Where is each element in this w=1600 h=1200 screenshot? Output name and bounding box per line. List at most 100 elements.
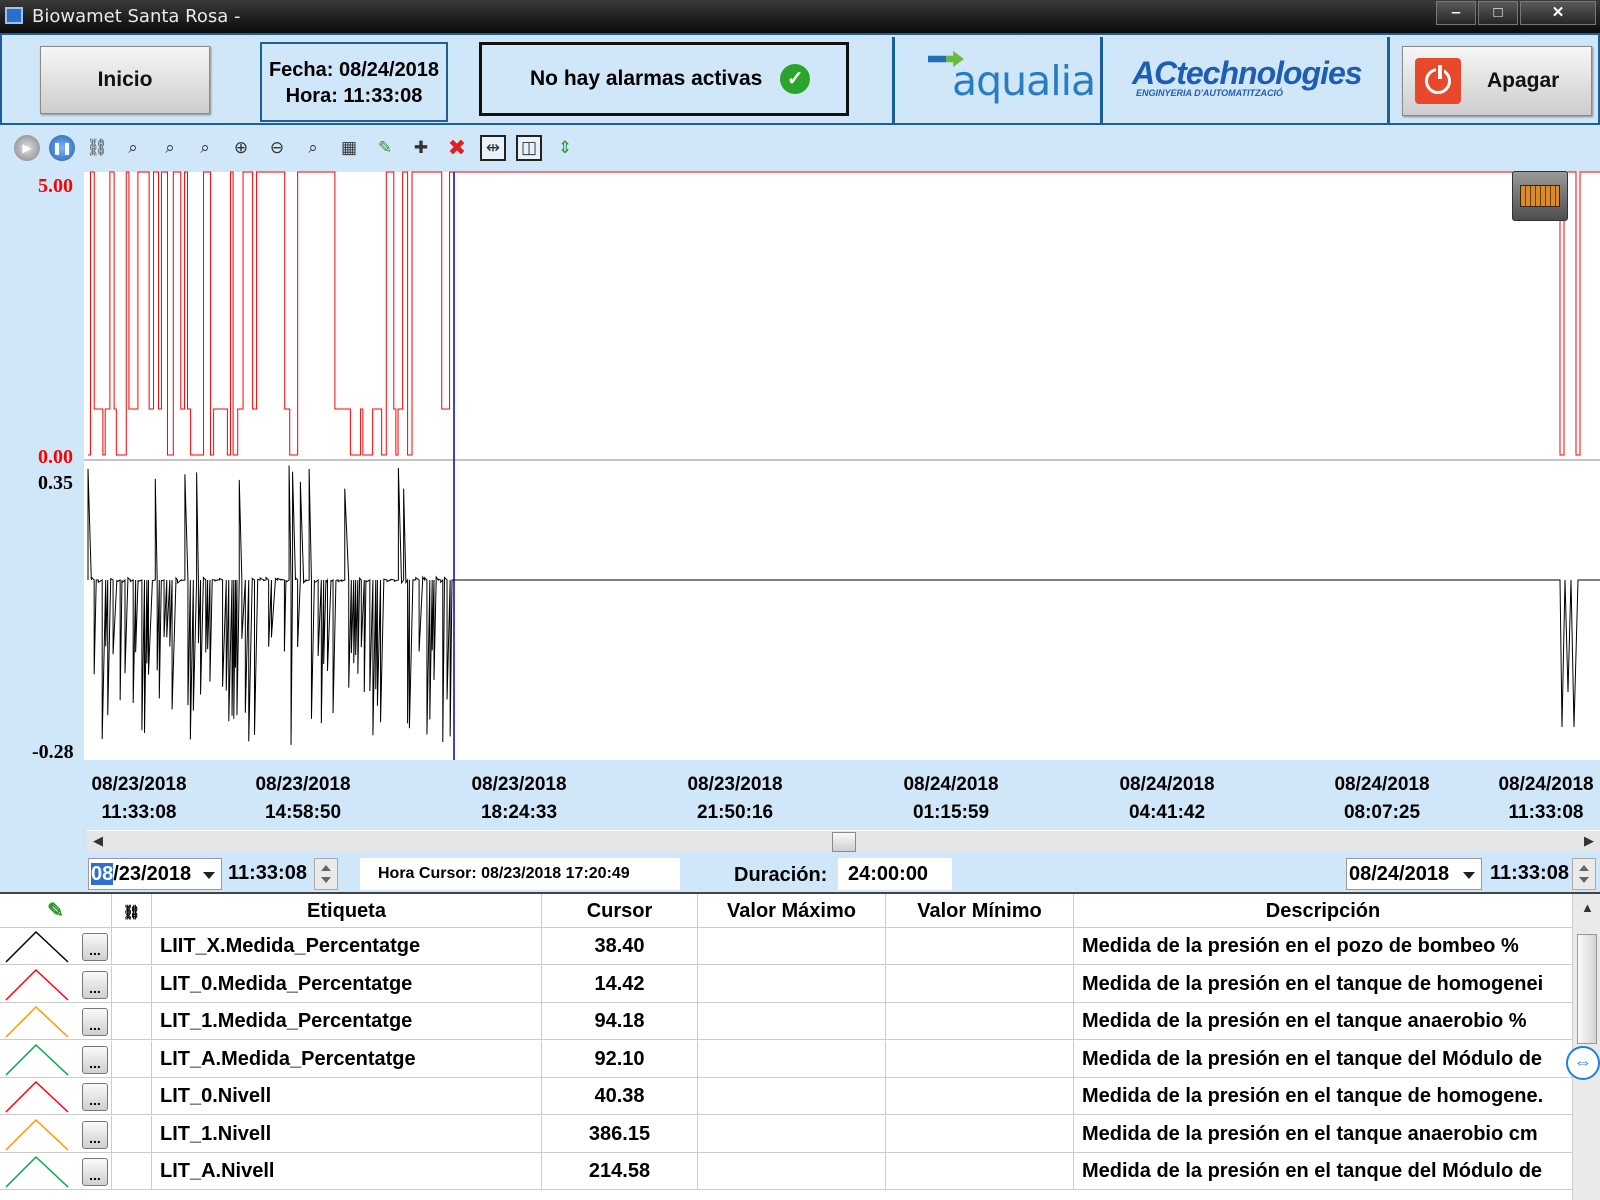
cursor-cell: 92.10: [542, 1040, 698, 1078]
etiqueta-column-header[interactable]: Etiqueta: [152, 894, 542, 928]
alarm-status-box: No hay alarmas activas ✓: [479, 42, 849, 116]
add-icon[interactable]: ✚: [408, 135, 434, 161]
title-bar: Biowamet Santa Rosa - ‒ □ ✕: [0, 0, 1600, 33]
pen-options-button[interactable]: ...: [82, 1008, 108, 1036]
pen-icon[interactable]: ✎: [372, 135, 398, 161]
time-tick: 08/23/2018 18:24:33: [471, 774, 567, 823]
scroll-left-icon[interactable]: ◀: [93, 833, 103, 849]
table-row[interactable]: ... LIIT_X.Medida_Percentatge 38.40 Medida …: [0, 928, 1572, 965]
close-button[interactable]: ✕: [1520, 1, 1596, 25]
min-column-header[interactable]: Valor Mínimo: [886, 894, 1074, 928]
etiqueta-cell: LIIT_X.Medida_Percentatge: [152, 928, 542, 965]
cursor-cell: 94.18: [542, 1003, 698, 1040]
table-row[interactable]: ... LIT_1.Medida_Percentatge 94.18 Medida d…: [0, 1003, 1572, 1040]
time-tick: 08/24/2018 08:07:25: [1334, 774, 1430, 823]
description-cell: Medida de la presión en el tanque de hom…: [1082, 972, 1544, 995]
pen-options-button[interactable]: ...: [82, 1045, 108, 1074]
cursor-time-display: Hora Cursor: 08/23/2018 17:20:49: [360, 858, 680, 890]
teamviewer-icon[interactable]: ⇔: [1566, 1046, 1600, 1080]
pen-options-button[interactable]: ...: [82, 933, 108, 961]
scroll-up-icon[interactable]: ▲: [1581, 900, 1594, 915]
min-cell: [886, 965, 1074, 1003]
divider: [1100, 37, 1103, 125]
aqualia-logo-text: aqualia: [952, 57, 1096, 105]
zoom-in-icon[interactable]: ⊕: [228, 135, 254, 161]
start-time-field[interactable]: 11:33:08: [226, 858, 326, 890]
table-row[interactable]: ... LIT_A.Medida_Percentatge 92.10 Medida d…: [0, 1040, 1572, 1078]
time-tick: 08/24/2018 04:41:42: [1119, 774, 1215, 823]
trend-chart[interactable]: 5.00 0.00 0.35 -0.28: [0, 167, 1600, 767]
maximize-button[interactable]: □: [1478, 1, 1518, 25]
scroll-right-icon[interactable]: ▶: [1584, 833, 1594, 849]
time-scrollbar[interactable]: ◀ ▶: [87, 830, 1600, 852]
pen-options-button[interactable]: ...: [82, 1158, 108, 1186]
etiqueta-cell: LIT_A.Medida_Percentatge: [152, 1040, 542, 1078]
pen-style-cell: ...: [0, 1153, 112, 1190]
table-row[interactable]: ... LIT_0.Nivell 40.38 Medida de la presión…: [0, 1078, 1572, 1115]
time-tick: 08/24/2018 01:15:59: [903, 774, 999, 823]
end-date-picker[interactable]: 08/24/2018: [1346, 858, 1482, 890]
play-icon[interactable]: ▶: [14, 135, 40, 161]
description-column-header[interactable]: Descripción: [1074, 894, 1572, 928]
delete-icon[interactable]: ✖: [444, 135, 470, 161]
hora-text: Hora: 11:33:08: [285, 85, 423, 107]
zoom-reset-icon[interactable]: ⌕: [300, 135, 326, 161]
expand-vertical-icon[interactable]: ⇕: [552, 135, 578, 161]
chevron-down-icon[interactable]: [203, 872, 215, 879]
table-row[interactable]: ... LIT_0.Medida_Percentatge 14.42 Medida d…: [0, 965, 1572, 1003]
upper-axis-min-label: 0.00: [38, 446, 73, 468]
end-time-spinner[interactable]: [1572, 858, 1596, 890]
description-cell: Medida de la presión en el tanque del Mó…: [1082, 1160, 1543, 1182]
pen-style-cell: ...: [0, 928, 112, 965]
actechnologies-logo-text: ACtechnologies: [1132, 55, 1363, 91]
lower-axis-min-label: -0.28: [32, 741, 74, 763]
start-time-spinner[interactable]: [314, 858, 338, 890]
link-cell: [112, 928, 152, 965]
description-cell: Medida de la presión en el tanque del Mó…: [1082, 1047, 1543, 1070]
link-column-header[interactable]: ⛓: [112, 894, 152, 928]
pen-icon: ✎: [47, 900, 64, 922]
table-row[interactable]: ... LIT_1.Nivell 386.15 Medida de la presió…: [0, 1115, 1572, 1153]
zoom-area-icon[interactable]: ⌕: [120, 135, 146, 161]
max-column-header[interactable]: Valor Máximo: [698, 894, 886, 928]
pen-options-button[interactable]: ...: [82, 970, 108, 999]
pen-table: ✎ ⛓ Etiqueta Cursor Valor Máximo Valor M…: [0, 892, 1600, 1200]
minimize-button[interactable]: ‒: [1436, 1, 1476, 25]
aqualia-logo: aqualia: [924, 43, 1096, 113]
pause-icon[interactable]: ❚❚: [49, 135, 75, 161]
zoom-vertical-icon[interactable]: ⌕: [157, 135, 183, 161]
trend-toolbar: ▶ ❚❚ ⛓ ⌕ ⌕ ⌕ ⊕ ⊖ ⌕ ▦ ✎ ✚ ✖ ⇹ ◫ ⇕: [0, 125, 1600, 167]
max-cell: [698, 965, 886, 1003]
start-date-picker[interactable]: 08/23/2018: [88, 858, 222, 890]
description-cell: Medida de la presión en el tanque anaero…: [1082, 1010, 1527, 1032]
trend-chart-canvas[interactable]: [0, 167, 1600, 767]
max-cell: [698, 1153, 886, 1190]
zoom-horizontal-icon[interactable]: ⌕: [192, 135, 218, 161]
inicio-button[interactable]: Inicio: [40, 46, 210, 114]
line-style-icon: [5, 1080, 69, 1113]
max-cell: [698, 1115, 886, 1153]
etiqueta-cell: LIT_A.Nivell: [152, 1153, 542, 1190]
scrollbar-thumb[interactable]: [832, 832, 856, 852]
power-icon: [1415, 58, 1461, 104]
table-icon[interactable]: ▦: [336, 135, 362, 161]
cursor-cell: 14.42: [542, 965, 698, 1003]
max-cell: [698, 1003, 886, 1040]
alarm-status-text: No hay alarmas activas: [530, 67, 763, 90]
apagar-button[interactable]: Apagar: [1402, 46, 1592, 116]
zoom-out-icon[interactable]: ⊖: [264, 135, 290, 161]
pen-options-button[interactable]: ...: [82, 1083, 108, 1111]
split-horizontal-icon[interactable]: ⇹: [480, 135, 506, 161]
link-icon[interactable]: ⛓: [84, 135, 110, 161]
table-row[interactable]: ... LIT_A.Nivell 214.58 Medida de la presió…: [0, 1153, 1572, 1190]
duration-field[interactable]: 24:00:00: [838, 858, 952, 890]
keyboard-icon[interactable]: [1512, 171, 1568, 221]
split-vertical-icon[interactable]: ◫: [516, 135, 542, 161]
scrollbar-thumb[interactable]: [1577, 934, 1597, 1044]
pen-column-header[interactable]: ✎: [0, 894, 112, 928]
min-cell: [886, 1153, 1074, 1190]
end-time-field[interactable]: 11:33:08: [1488, 858, 1584, 890]
chevron-down-icon[interactable]: [1463, 872, 1475, 879]
cursor-column-header[interactable]: Cursor: [542, 894, 698, 928]
pen-options-button[interactable]: ...: [82, 1120, 108, 1149]
